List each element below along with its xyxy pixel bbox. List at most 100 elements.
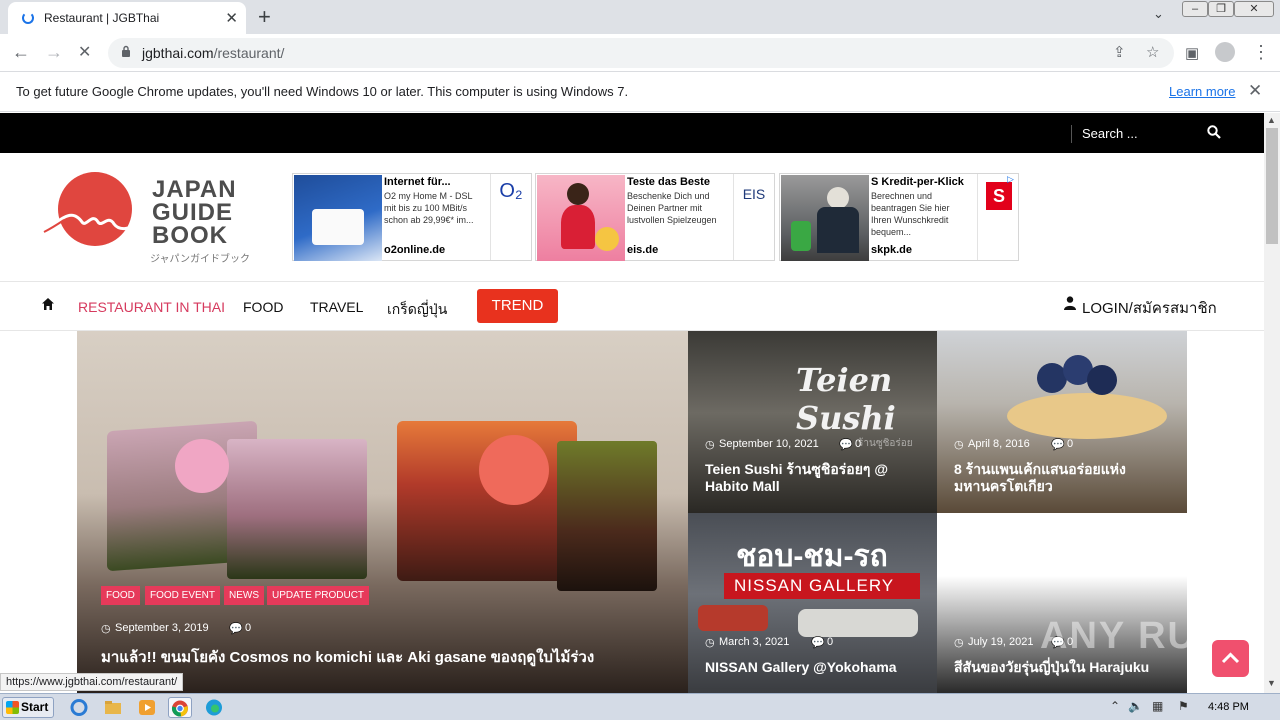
media-player-icon[interactable] <box>136 697 160 718</box>
close-infobar-icon[interactable]: ✕ <box>1248 81 1262 101</box>
post-date: September 10, 2021 <box>719 438 819 450</box>
loading-icon <box>22 12 34 24</box>
comment-icon: 💬 <box>1051 439 1065 451</box>
adchoices-icon[interactable]: ▷ <box>1007 174 1019 186</box>
coat-image <box>817 207 859 253</box>
ad-card-eis[interactable]: Teste das Beste Beschenke Dich und Deine… <box>535 173 775 261</box>
ad-card-skpk[interactable]: S Kredit-per-Klick Berechnen und beantra… <box>779 173 1019 261</box>
ad-domain: eis.de <box>627 244 659 256</box>
share-icon[interactable]: ⇪ <box>1113 43 1126 61</box>
back-arrow-icon[interactable]: ← <box>12 42 30 63</box>
chrome-icon[interactable] <box>168 697 192 718</box>
new-tab-icon[interactable]: + <box>258 4 271 30</box>
post-title[interactable]: มาแล้ว!! ขนมโยคัง Cosmos no komichi และ … <box>101 649 594 666</box>
tag-food[interactable]: FOOD <box>101 586 140 605</box>
forward-arrow-icon[interactable]: → <box>45 42 63 63</box>
comment-icon: 💬 <box>229 623 243 635</box>
post-title[interactable]: สีสันของวัยรุ่นญี่ปุ่นใน Harajuku <box>954 659 1154 676</box>
nav-item-restaurant[interactable]: RESTAURANT IN THAI <box>78 299 225 315</box>
ad-brand-logo: S <box>986 182 1012 210</box>
ad-image <box>537 175 625 261</box>
taskbar-clock[interactable]: 4:48 PM <box>1208 701 1249 713</box>
ad-image <box>781 175 869 261</box>
address-bar[interactable]: jgbthai.com/restaurant/ ⇪ ☆ <box>108 38 1174 68</box>
user-icon <box>1064 296 1076 315</box>
car-image <box>798 609 918 637</box>
scroll-down-icon[interactable]: ▼ <box>1267 678 1276 688</box>
tag-update-product[interactable]: UPDATE PRODUCT <box>267 586 370 605</box>
clock-icon: ◷ <box>954 637 964 649</box>
back-to-top-button[interactable] <box>1212 640 1249 677</box>
post-date: March 3, 2021 <box>719 636 790 648</box>
divider <box>1071 125 1072 143</box>
tab-title: Restaurant | JGBThai <box>44 11 160 25</box>
post-date: July 19, 2021 <box>968 636 1034 648</box>
logo-kana: ジャパンガイドブック <box>150 254 250 265</box>
divider <box>977 174 978 260</box>
post-tile-nissan[interactable]: ชอบ-ชม-รถ NISSAN GALLERY ◷ March 3, 2021… <box>688 513 937 693</box>
volume-icon[interactable]: 🔈 <box>1128 699 1143 713</box>
person-image <box>567 183 589 205</box>
star-icon[interactable]: ☆ <box>1146 43 1159 61</box>
search-icon[interactable] <box>1207 125 1221 143</box>
tag-food-event[interactable]: FOOD EVENT <box>145 586 221 605</box>
stop-icon[interactable]: ✕ <box>78 42 91 62</box>
tray-expand-icon[interactable]: ⌃ <box>1110 699 1120 713</box>
clock-icon: ◷ <box>705 637 715 649</box>
sweet-block-right-side <box>557 441 657 591</box>
sweet-block-left-side <box>227 439 367 579</box>
sign-banner-text: NISSAN GALLERY <box>734 576 895 595</box>
windows-taskbar: Start ⌃ 🔈 ▦ ⚑ 4:48 PM <box>0 693 1280 720</box>
lock-icon[interactable] <box>121 45 131 60</box>
scroll-up-icon[interactable]: ▲ <box>1267 115 1276 125</box>
edge-icon[interactable] <box>203 697 227 718</box>
nav-item-travel[interactable]: TRAVEL <box>310 299 363 315</box>
close-window-icon[interactable]: ✕ <box>1234 1 1274 17</box>
status-url-tooltip: https://www.jgbthai.com/restaurant/ <box>0 673 184 691</box>
ad-card-o2[interactable]: Internet für... O2 my Home M - DSL mit b… <box>292 173 532 261</box>
ad-brand-logo: EIS <box>742 186 766 202</box>
post-date: April 8, 2016 <box>968 438 1030 450</box>
ad-domain: skpk.de <box>871 244 912 256</box>
flower-decoration <box>175 439 229 493</box>
scrollbar-thumb[interactable] <box>1266 128 1278 244</box>
post-tile-pancakes[interactable]: ◷ April 8, 2016 💬 0 8 ร้านแพนเค้กแสนอร่อ… <box>937 331 1187 513</box>
home-icon[interactable] <box>41 297 55 311</box>
comment-count: 0 <box>1067 438 1074 450</box>
post-tile-teien-sushi[interactable]: Teien Sushi ร้านซูชิอร่อย ◷ September 10… <box>688 331 937 513</box>
post-title[interactable]: Teien Sushi ร้านซูชิอร่อยๆ @ Habito Mall <box>705 461 925 495</box>
nav-item-food[interactable]: FOOD <box>243 299 283 315</box>
ie-icon[interactable] <box>68 697 92 718</box>
network-icon[interactable]: ▦ <box>1152 699 1163 713</box>
browser-tab[interactable]: Restaurant | JGBThai ✕ <box>8 2 246 34</box>
comment-icon: 💬 <box>811 637 825 649</box>
update-message: To get future Google Chrome updates, you… <box>16 84 629 99</box>
start-label: Start <box>21 700 49 714</box>
post-tile-harajuku[interactable]: ◷ July 19, 2021 💬 0 สีสันของวัยรุ่นญี่ปุ… <box>937 513 1187 693</box>
folder-icon[interactable] <box>102 697 126 718</box>
nav-item-trivia[interactable]: เกร็ดญี่ปุ่น <box>387 299 447 321</box>
post-title[interactable]: NISSAN Gallery @Yokohama <box>705 659 931 676</box>
tag-news[interactable]: NEWS <box>224 586 264 605</box>
menu-icon[interactable]: ⋮ <box>1252 42 1270 63</box>
tab-strip: Restaurant | JGBThai ✕ + ⌄ – ❐ ✕ <box>0 0 1280 34</box>
profile-avatar-icon[interactable] <box>1215 42 1235 62</box>
post-title[interactable]: 8 ร้านแพนเค้กแสนอร่อยแห่งมหานครโตเกียว <box>954 461 1176 495</box>
featured-post[interactable]: FOOD FOOD EVENT NEWS UPDATE PRODUCT ◷ Se… <box>77 331 688 693</box>
chevron-down-icon[interactable]: ⌄ <box>1153 6 1164 22</box>
action-center-flag-icon[interactable]: ⚑ <box>1178 699 1189 713</box>
restore-icon[interactable]: ❐ <box>1208 1 1234 17</box>
side-panel-icon[interactable]: ▣ <box>1185 44 1199 62</box>
ad-image <box>294 175 382 261</box>
site-search-input[interactable]: Search ... <box>1082 126 1138 141</box>
start-button[interactable]: Start <box>2 697 54 718</box>
login-link[interactable]: LOGIN/สมัครสมาชิก <box>1082 296 1217 320</box>
close-tab-icon[interactable]: ✕ <box>225 9 238 27</box>
blueberry-image <box>1087 365 1117 395</box>
learn-more-link[interactable]: Learn more <box>1169 84 1235 99</box>
clock-icon: ◷ <box>101 623 111 635</box>
nav-item-trend[interactable]: TREND <box>477 289 558 323</box>
anyrun-watermark: ANY RUN <box>1040 615 1227 657</box>
car-image <box>698 605 768 631</box>
minimize-icon[interactable]: – <box>1182 1 1208 17</box>
